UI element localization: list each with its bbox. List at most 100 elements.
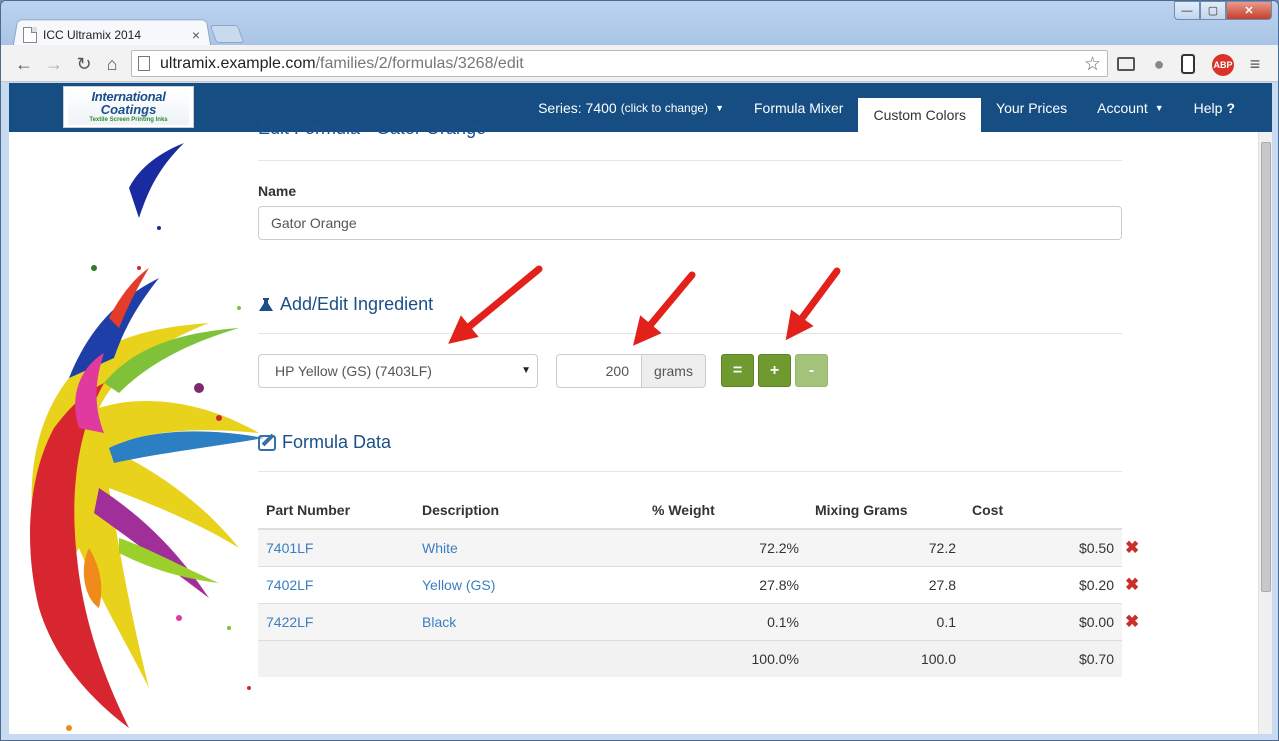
- part-number-link[interactable]: 7422LF: [266, 614, 313, 630]
- nav-your-prices[interactable]: Your Prices: [981, 83, 1082, 132]
- delete-icon[interactable]: ✖: [1125, 576, 1139, 593]
- close-window-button[interactable]: ✕: [1226, 1, 1272, 20]
- part-number-link[interactable]: 7401LF: [266, 540, 313, 556]
- delete-icon[interactable]: ✖: [1125, 539, 1139, 556]
- subtract-button[interactable]: -: [795, 354, 828, 387]
- reload-icon[interactable]: ↻: [73, 53, 95, 75]
- browser-tab-content[interactable]: ICC Ultramix 2014 ×: [23, 25, 203, 45]
- brand-logo[interactable]: International Coatings Textile Screen Pr…: [63, 86, 194, 128]
- nav-formula-mixer[interactable]: Formula Mixer: [739, 83, 858, 132]
- scrollbar-thumb[interactable]: [1261, 142, 1271, 592]
- site-navbar: International Coatings Textile Screen Pr…: [9, 83, 1272, 132]
- col-mixing-grams: Mixing Grams: [807, 492, 964, 530]
- total-grams: 100.0: [807, 639, 964, 677]
- caret-down-icon: ▼: [715, 102, 724, 113]
- cost-cell: $0.20: [964, 565, 1122, 603]
- col-weight: % Weight: [644, 492, 807, 530]
- grams-cell: 72.2: [807, 528, 964, 566]
- forward-arrow-icon[interactable]: →: [43, 53, 65, 75]
- brand-tagline: Textile Screen Printing Inks: [89, 117, 168, 123]
- main-nav: Series: 7400 (click to change) ▼ Formula…: [523, 83, 1250, 132]
- formula-data-heading: Formula Data: [258, 432, 391, 453]
- address-bar[interactable]: ultramix.example.com/families/2/formulas…: [131, 50, 1108, 77]
- set-equal-button[interactable]: =: [721, 354, 754, 387]
- unit-addon: grams: [641, 354, 706, 388]
- nav-series-label: Series: 7400: [538, 99, 617, 116]
- cost-cell: $0.00: [964, 602, 1122, 640]
- col-part-number: Part Number: [258, 492, 414, 530]
- description-link[interactable]: White: [422, 540, 458, 556]
- table-header-row: Part Number Description % Weight Mixing …: [258, 492, 1122, 530]
- grams-cell: 27.8: [807, 565, 964, 603]
- add-ingredient-heading-text: Add/Edit Ingredient: [280, 294, 434, 314]
- description-link[interactable]: Black: [422, 614, 456, 630]
- name-label: Name: [258, 183, 297, 199]
- ingredient-select-value: HP Yellow (GS) (7403LF): [275, 363, 432, 379]
- red-arrow-icon: [448, 265, 543, 344]
- divider: [258, 471, 1122, 472]
- page-icon: [138, 56, 150, 71]
- title-bar: ICC Ultramix 2014 × — ▢ ✕: [1, 1, 1278, 47]
- nav-help[interactable]: Help ?: [1179, 83, 1250, 132]
- home-icon[interactable]: ⌂: [101, 53, 123, 75]
- web-page: International Coatings Textile Screen Pr…: [9, 83, 1272, 734]
- browser-toolbar: ← → ↻ ⌂ ultramix.example.com/families/2/…: [1, 45, 1278, 82]
- total-cost: $0.70: [964, 639, 1122, 677]
- add-button[interactable]: +: [758, 354, 791, 387]
- new-tab-button[interactable]: [209, 25, 245, 43]
- weight-cell: 27.8%: [644, 565, 807, 603]
- browser-menu-icon[interactable]: ≡: [1245, 54, 1265, 74]
- nav-custom-colors[interactable]: Custom Colors: [858, 98, 982, 132]
- phone-extension-icon[interactable]: [1181, 54, 1195, 74]
- description-link[interactable]: Yellow (GS): [422, 577, 495, 593]
- nav-account-label: Account: [1097, 99, 1148, 116]
- edit-formula-heading: Edit Formula - Gator Orange: [258, 118, 487, 138]
- window-controls: — ▢ ✕: [1174, 1, 1272, 21]
- tab-close-icon[interactable]: ×: [189, 27, 203, 43]
- ingredient-select[interactable]: HP Yellow (GS) (7403LF) ▼: [258, 354, 538, 388]
- weight-cell: 0.1%: [644, 602, 807, 640]
- table-row: 7422LF Black 0.1% 0.1 $0.00: [258, 602, 1122, 640]
- add-ingredient-heading: Add/Edit Ingredient: [258, 294, 433, 315]
- name-field[interactable]: Gator Orange: [258, 206, 1122, 240]
- col-description: Description: [414, 492, 644, 530]
- nav-account[interactable]: Account ▼: [1082, 83, 1179, 132]
- quantity-input[interactable]: 200: [556, 354, 642, 388]
- back-arrow-icon[interactable]: ←: [13, 53, 35, 75]
- caret-down-icon: ▼: [1154, 102, 1164, 113]
- col-cost: Cost: [964, 492, 1122, 530]
- minimize-button[interactable]: —: [1174, 1, 1200, 20]
- browser-window: ICC Ultramix 2014 × — ▢ ✕ ← → ↻ ⌂ ultram…: [0, 0, 1279, 741]
- vertical-scrollbar[interactable]: [1258, 132, 1272, 734]
- nav-series[interactable]: Series: 7400 (click to change) ▼: [523, 83, 739, 132]
- grams-cell: 0.1: [807, 602, 964, 640]
- red-arrow-icon: [785, 267, 841, 341]
- weight-cell: 72.2%: [644, 528, 807, 566]
- red-arrow-icon: [633, 271, 696, 346]
- url-path: /families/2/formulas/3268/edit: [315, 54, 524, 72]
- url-host: ultramix.example.com: [160, 54, 316, 72]
- paint-splash-illustration: [30, 143, 264, 731]
- cast-icon[interactable]: [1117, 57, 1135, 71]
- nav-series-hint: (click to change): [620, 100, 709, 115]
- nav-help-label: Help: [1193, 99, 1223, 116]
- delete-icon[interactable]: ✖: [1125, 613, 1139, 630]
- tab-title: ICC Ultramix 2014: [43, 28, 142, 42]
- table-row: 7401LF White 72.2% 72.2 $0.50: [258, 528, 1122, 566]
- formula-data-heading-text: Formula Data: [282, 432, 392, 452]
- edit-icon: [258, 434, 276, 451]
- divider: [258, 160, 1122, 161]
- select-arrow-icon: ▼: [521, 365, 531, 376]
- part-number-link[interactable]: 7402LF: [266, 577, 313, 593]
- totals-row: 100.0% 100.0 $0.70: [258, 639, 1122, 677]
- brand-line-2: Coatings: [100, 102, 157, 117]
- question-icon: ?: [1226, 99, 1235, 116]
- cost-cell: $0.50: [964, 528, 1122, 566]
- bookmark-star-icon[interactable]: ☆: [1084, 53, 1101, 76]
- page-favicon-icon: [23, 27, 37, 43]
- divider: [258, 333, 1122, 334]
- adblock-icon[interactable]: ABP: [1212, 54, 1234, 76]
- speech-bubble-icon[interactable]: ●: [1149, 54, 1169, 74]
- maximize-button[interactable]: ▢: [1200, 1, 1226, 20]
- total-weight: 100.0%: [644, 639, 807, 677]
